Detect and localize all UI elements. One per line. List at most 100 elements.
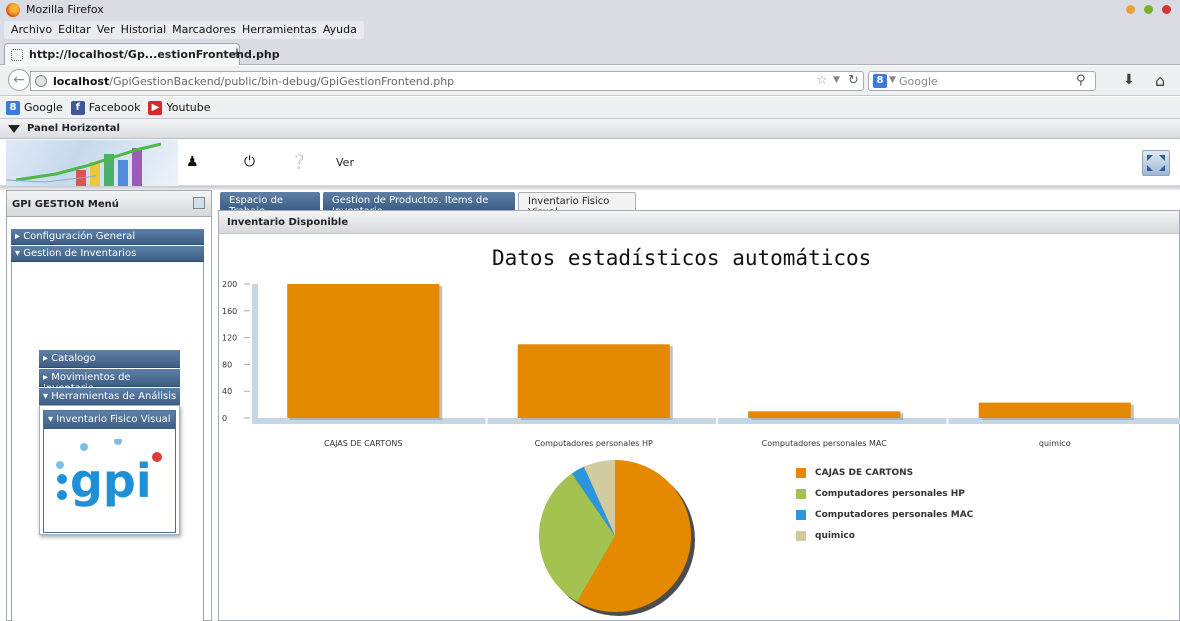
panel-horizontal-label: Panel Horizontal	[27, 123, 120, 134]
bookmark-google-label: Google	[24, 101, 63, 114]
x-tick-label: CAJAS DE CARTONS	[324, 439, 402, 448]
menu-marcadores[interactable]: Marcadores	[169, 21, 239, 39]
x-tick-label: quimico	[1039, 439, 1071, 448]
browser-tab[interactable]: http://localhost/Gp...estionFrontend.php	[4, 43, 280, 65]
y-tick-label: 120	[222, 334, 237, 343]
left-menu-title: GPI GESTION Menú	[12, 199, 119, 210]
inventario-fisico-menu-item[interactable]: ▾ Inventario Fisico Visual	[44, 411, 175, 429]
back-button[interactable]: ←	[8, 69, 30, 91]
panel-horizontal-bar[interactable]: Panel Horizontal	[0, 119, 1180, 139]
search-bar[interactable]: 8 ▼ Google ⚲	[868, 71, 1096, 91]
legend-swatch	[796, 467, 806, 478]
legend-swatch	[796, 488, 806, 499]
new-tab-button[interactable]: +	[228, 44, 246, 64]
url-text[interactable]: localhost/GpiGestionBackend/public/bin-d…	[53, 75, 454, 88]
bookmark-google[interactable]: 8 Google	[6, 100, 63, 115]
menu-editar[interactable]: Editar	[55, 21, 94, 39]
submenu-herramientas-analisis[interactable]: ▾ Herramientas de Análisis	[39, 388, 180, 406]
google-search-icon[interactable]: 8	[873, 74, 887, 88]
close-button[interactable]	[1162, 5, 1171, 14]
y-tick-label: 200	[222, 280, 237, 289]
legend-item: quimico	[796, 525, 973, 546]
search-engine-dropdown-icon[interactable]: ▼	[889, 75, 896, 85]
y-tick-label: 40	[222, 387, 232, 396]
user-icon[interactable]: ♟	[186, 154, 199, 170]
globe-icon	[35, 75, 47, 87]
bar	[978, 402, 1131, 418]
bar	[748, 411, 901, 418]
bar-chart: 0 40 80 120 160 200 CAJAS DE CARTONS Computador…	[222, 280, 1180, 448]
menu-historial[interactable]: Historial	[118, 21, 169, 39]
content-header: Inventario Disponible	[219, 211, 1179, 234]
bookmarks-bar: 8 Google f Facebook ▶ Youtube	[0, 97, 1180, 119]
navigation-bar: ← localhost/GpiGestionBackend/public/bin…	[0, 66, 1180, 96]
bookmark-youtube[interactable]: ▶ Youtube	[148, 100, 211, 115]
menu-bar: Archivo Editar Ver Historial Marcadores …	[0, 20, 1180, 40]
legend-label: quimico	[815, 530, 855, 541]
accordion-configuracion-general[interactable]: ▸ Configuración General	[11, 229, 204, 245]
pie-legend: CAJAS DE CARTONS Computadores personales …	[796, 462, 973, 546]
menu-herramientas[interactable]: Herramientas	[239, 21, 320, 39]
y-tick-label: 0	[222, 414, 227, 423]
minimize-button[interactable]	[1126, 5, 1135, 14]
tab-inventario-fisico[interactable]: Inventario Fisico Visual	[518, 192, 636, 218]
google-icon: 8	[6, 100, 20, 115]
tab-gestion-productos[interactable]: Gestion de Productos. Items de Inventari…	[323, 192, 515, 217]
legend-swatch	[796, 509, 806, 520]
facebook-icon: f	[70, 100, 85, 115]
power-icon[interactable]: ⏻	[244, 154, 255, 170]
home-icon[interactable]: ⌂	[1155, 71, 1165, 90]
legend-item: CAJAS DE CARTONS	[796, 462, 973, 483]
download-icon[interactable]: ⬇	[1123, 72, 1135, 88]
menu-ver[interactable]: Ver	[94, 21, 118, 39]
url-path: /GpiGestionBackend/public/bin-debug/GpiG…	[109, 75, 455, 88]
ver-button[interactable]: Ver	[336, 156, 354, 169]
submenu-movimientos-inventario[interactable]: ▸ Movimientos de Inventario	[39, 369, 180, 394]
page-favicon-icon	[11, 49, 23, 61]
legend-label: CAJAS DE CARTONS	[815, 467, 914, 478]
bookmark-facebook[interactable]: f Facebook	[70, 100, 140, 115]
menu-archivo[interactable]: Archivo	[8, 21, 55, 39]
accordion-gestion-inventarios[interactable]: ▾ Gestion de Inventarios	[11, 246, 204, 262]
left-menu-header: GPI GESTION Menú	[7, 191, 211, 217]
browser-tab-strip: http://localhost/Gp...estionFrontend.php…	[0, 40, 1180, 65]
window-title: Mozilla Firefox	[26, 3, 104, 16]
legend-item: Computadores personales MAC	[796, 504, 973, 525]
legend-label: Computadores personales MAC	[815, 509, 974, 520]
minimize-panel-icon[interactable]	[193, 197, 205, 209]
legend-label: Computadores personales HP	[815, 488, 965, 499]
bar	[287, 284, 440, 418]
collapse-triangle-icon[interactable]	[8, 125, 20, 133]
reload-icon[interactable]: ↻	[848, 73, 859, 88]
fullscreen-icon[interactable]	[1142, 150, 1170, 176]
app-toolbar: ♟ ⏻ ❔ Ver	[0, 140, 1180, 186]
x-tick-label: Computadores personales MAC	[762, 439, 888, 448]
url-host: localhost	[53, 75, 110, 88]
banner-image	[6, 140, 178, 186]
inventario-fisico-box: ▾ Inventario Fisico Visual gpi	[43, 410, 176, 533]
youtube-icon: ▶	[148, 100, 163, 115]
maximize-button[interactable]	[1144, 5, 1153, 14]
bookmark-youtube-label: Youtube	[166, 101, 211, 114]
y-axis-strip	[252, 284, 258, 424]
search-placeholder: Google	[899, 75, 938, 88]
pie-chart	[539, 460, 695, 616]
bookmark-star-icon[interactable]: ☆	[816, 73, 828, 88]
legend-item: Computadores personales HP	[796, 483, 973, 504]
help-icon[interactable]: ❔	[290, 154, 307, 170]
tab-espacio-trabajo[interactable]: Espacio de Trabajo	[220, 192, 320, 217]
url-dropdown-icon[interactable]: ▼	[833, 75, 840, 85]
x-tick-label: Computadores personales HP	[535, 439, 653, 448]
window-titlebar: Mozilla Firefox	[0, 0, 1180, 20]
gpi-logo: gpi	[56, 439, 162, 508]
main-tab-bar: Espacio de Trabajo Gestion de Productos.…	[212, 190, 1180, 218]
legend-swatch	[796, 530, 806, 541]
search-icon[interactable]: ⚲	[1076, 73, 1086, 88]
url-bar[interactable]: localhost/GpiGestionBackend/public/bin-d…	[30, 71, 864, 91]
chart-title: Datos estadísticos automáticos	[492, 246, 872, 270]
y-tick-label: 80	[222, 360, 232, 369]
menu-ayuda[interactable]: Ayuda	[320, 21, 360, 39]
submenu-catalogo[interactable]: ▸ Catalogo	[39, 350, 180, 368]
y-tick-label: 160	[222, 307, 237, 316]
gpi-logo-text: gpi	[70, 454, 152, 508]
